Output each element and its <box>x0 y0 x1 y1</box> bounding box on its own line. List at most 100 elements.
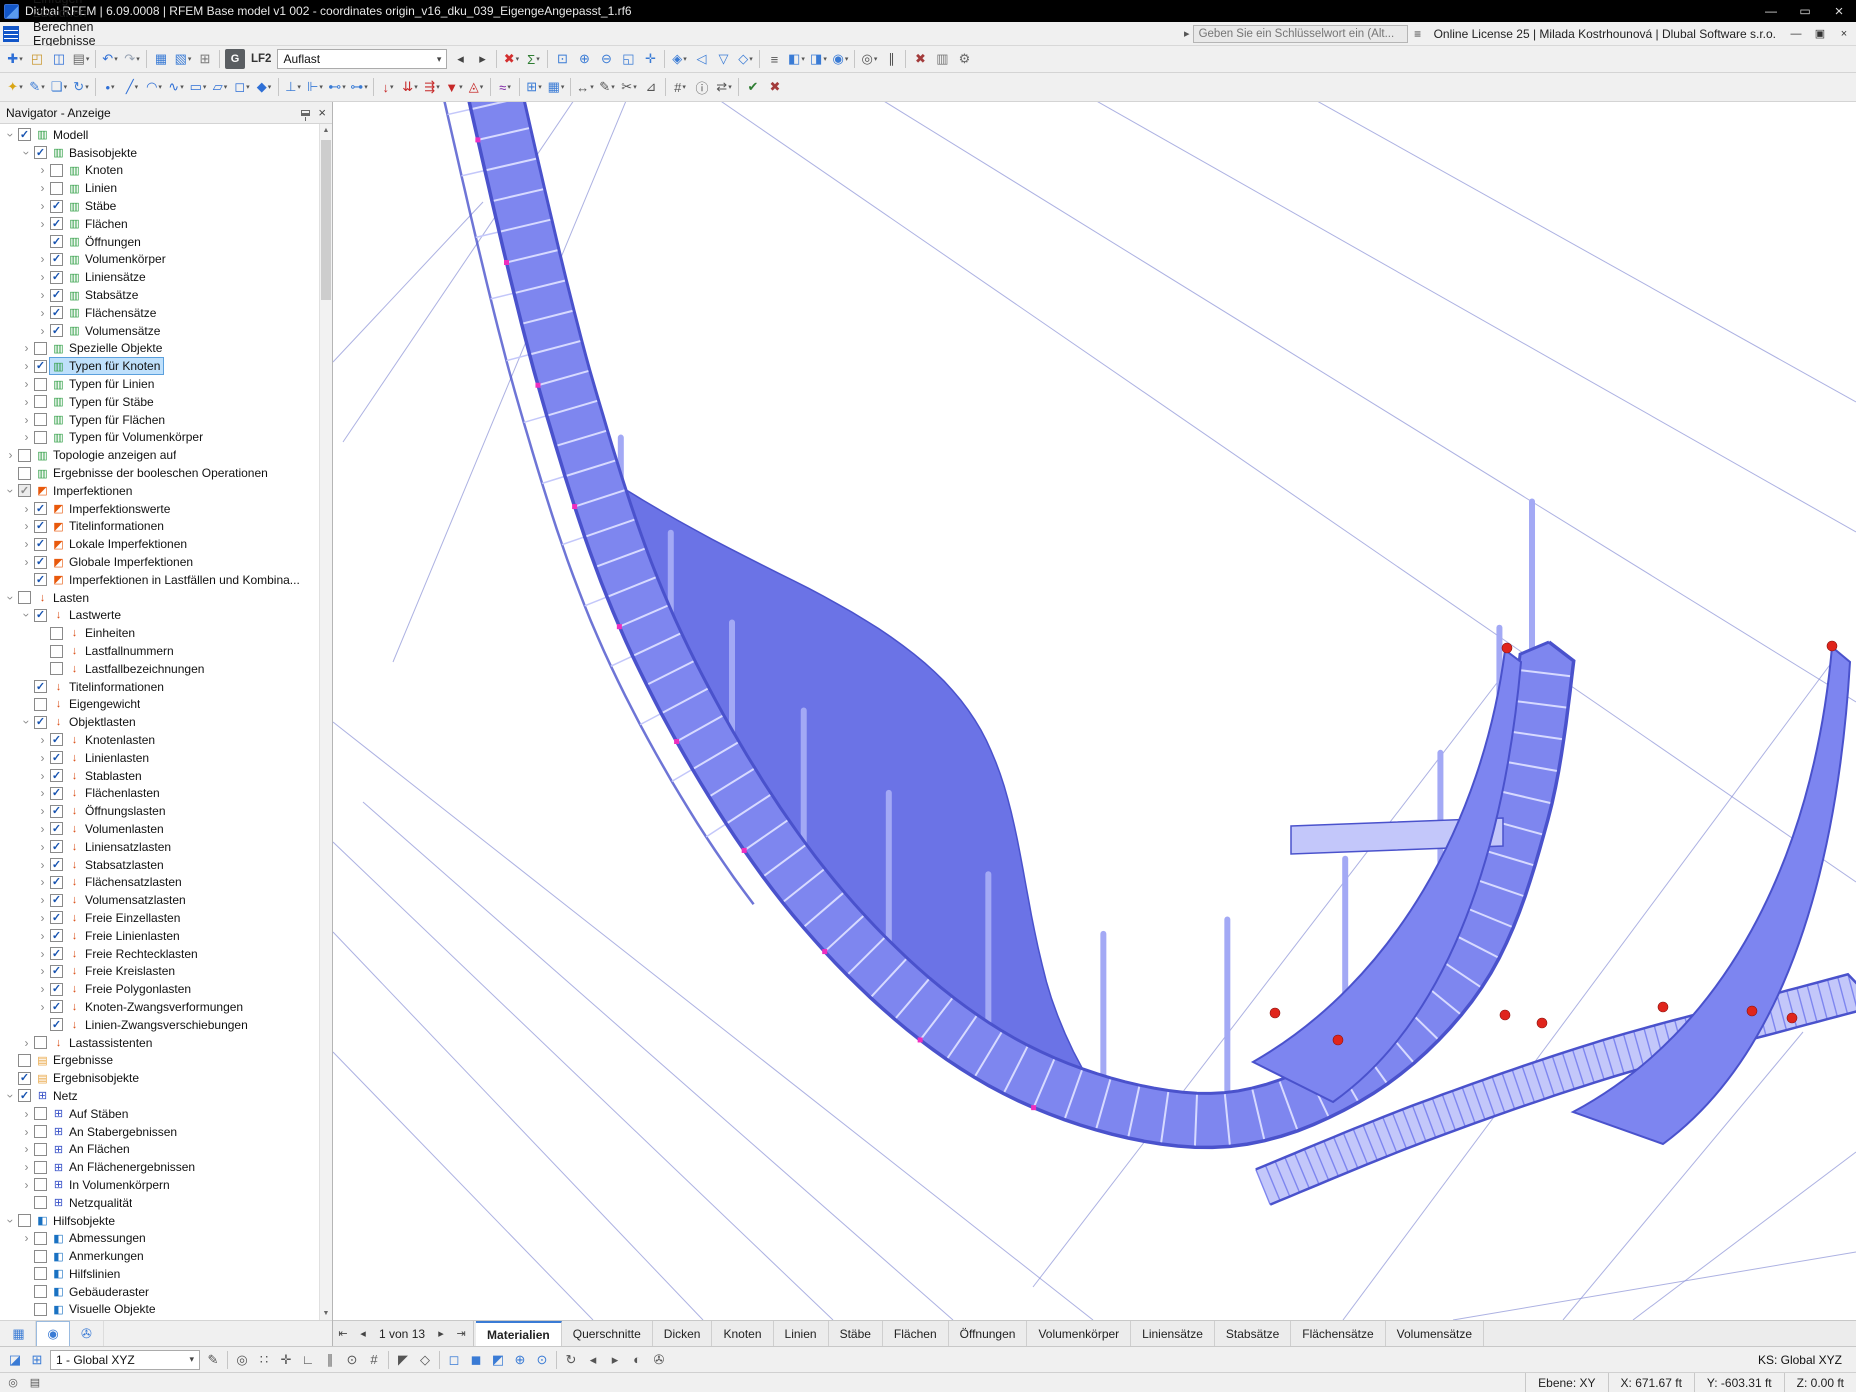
collapse-arrow-icon[interactable]: › <box>20 609 34 622</box>
line-load-icon[interactable]: ⇊ ▾ <box>399 76 421 98</box>
tree-item-öffnungen[interactable]: ✓ ▥ Öffnungen <box>0 233 319 251</box>
checkbox[interactable] <box>34 1036 47 1050</box>
tree-item-imperfektionen[interactable]: › ✓ ◩ Imperfektionen <box>0 482 319 500</box>
tree-item-anmerkungen[interactable]: ◧ Anmerkungen <box>0 1247 319 1265</box>
tree-item-volumensätze[interactable]: › ✓ ▥ Volumensätze <box>0 322 319 340</box>
expand-arrow-icon[interactable]: › <box>36 252 49 266</box>
checkbox[interactable]: ✓ <box>50 217 63 231</box>
snap-status-icon[interactable]: ◎ <box>4 1376 22 1389</box>
rotate-view-icon[interactable]: ↻ <box>560 1349 582 1371</box>
program-settings-icon[interactable]: ⚙ <box>953 48 975 70</box>
display-properties-icon[interactable]: ≡ <box>763 48 785 70</box>
line-support-icon[interactable]: ⊩ ▾ <box>304 76 326 98</box>
previous-load-case-icon[interactable]: ◂ <box>449 48 471 70</box>
edit-objects-icon[interactable]: ✎ ▾ <box>26 76 48 98</box>
tree-item-stabsätze[interactable]: › ✓ ▥ Stabsätze <box>0 286 319 304</box>
tree-item-knoten-zwangsverformungen[interactable]: › ✓ ↓ Knoten-Zwangsverformungen <box>0 998 319 1016</box>
checkbox[interactable]: ✓ <box>50 786 63 800</box>
expand-arrow-icon[interactable]: › <box>20 430 33 444</box>
expand-arrow-icon[interactable]: › <box>20 1142 33 1156</box>
navigator-scrollbar[interactable]: ▲ ▼ <box>319 124 332 1320</box>
guidelines-icon[interactable]: ∥ <box>319 1349 341 1371</box>
numbering-icon[interactable]: # ▾ <box>669 76 691 98</box>
panel-tab-dicken[interactable]: Dicken <box>652 1321 713 1346</box>
ortho-mode-icon[interactable]: ∟ <box>297 1349 319 1371</box>
mdi-restore-button[interactable]: ▣ <box>1808 22 1832 45</box>
expand-arrow-icon[interactable]: › <box>20 1160 33 1174</box>
tree-item-netzqualität[interactable]: ⊞ Netzqualität <box>0 1194 319 1212</box>
tree-item-volumenkörper[interactable]: › ✓ ▥ Volumenkörper <box>0 251 319 269</box>
checkbox[interactable] <box>18 591 31 605</box>
delete-results-icon[interactable]: ✖ ▾ <box>500 48 522 70</box>
new-solid-icon[interactable]: ◆ ▾ <box>253 76 275 98</box>
expand-arrow-icon[interactable]: › <box>20 377 33 391</box>
new-member-icon[interactable]: ▭ ▾ <box>187 76 209 98</box>
checkbox[interactable]: ✓ <box>50 733 63 747</box>
panel-tab-volumenkörper[interactable]: Volumenkörper <box>1027 1321 1132 1346</box>
expand-arrow-icon[interactable]: › <box>36 163 49 177</box>
expand-arrow-icon[interactable]: › <box>36 769 49 783</box>
checkbox[interactable] <box>34 1267 47 1281</box>
expand-arrow-icon[interactable]: › <box>20 1107 33 1121</box>
tree-item-lastfallbezeichnungen[interactable]: ↓ Lastfallbezeichnungen <box>0 660 319 678</box>
checkbox[interactable] <box>50 626 63 640</box>
expand-arrow-icon[interactable]: › <box>36 199 49 213</box>
object-snap-icon[interactable]: ⊙ <box>341 1349 363 1371</box>
tree-item-hilfsobjekte[interactable]: › ◧ Hilfsobjekte <box>0 1212 319 1230</box>
expand-arrow-icon[interactable]: › <box>20 341 33 355</box>
tree-item-spezielle-objekte[interactable]: › ▥ Spezielle Objekte <box>0 340 319 358</box>
expand-arrow-icon[interactable]: › <box>20 395 33 409</box>
mdi-close-button[interactable]: × <box>1832 22 1856 45</box>
select-rhomboid-icon[interactable]: ◇ <box>414 1349 436 1371</box>
expand-arrow-icon[interactable]: › <box>36 1000 49 1014</box>
delete-objects-icon[interactable]: ✖ <box>764 76 786 98</box>
edit-coordinate-system-icon[interactable]: ✎ <box>202 1349 224 1371</box>
tree-item-gebäuderaster[interactable]: ◧ Gebäuderaster <box>0 1283 319 1301</box>
checkbox[interactable] <box>50 163 63 177</box>
navigator-close-icon[interactable]: × <box>318 105 326 120</box>
zoom-all-icon[interactable]: ◱ <box>617 48 639 70</box>
checkbox[interactable]: ✓ <box>50 270 63 284</box>
checkbox[interactable]: ✓ <box>50 199 63 213</box>
checkbox[interactable]: ✓ <box>34 555 47 569</box>
checkbox[interactable]: ✓ <box>50 288 63 302</box>
expand-arrow-icon[interactable]: › <box>20 1178 33 1192</box>
tree-item-lokale-imperfektionen[interactable]: › ✓ ◩ Lokale Imperfektionen <box>0 535 319 553</box>
calculate-icon[interactable]: Σ ▾ <box>522 48 544 70</box>
show-origin-icon[interactable]: ⊙ <box>531 1349 553 1371</box>
print-icon[interactable]: ▤ ▾ <box>70 48 92 70</box>
solid-view-icon[interactable]: ◼ <box>465 1349 487 1371</box>
clipping-planes-icon[interactable]: ◨ ▾ <box>807 48 829 70</box>
guide-objects-icon[interactable]: ∥ <box>880 48 902 70</box>
checkbox[interactable] <box>34 395 47 409</box>
tree-item-typen-für-stäbe[interactable]: › ▥ Typen für Stäbe <box>0 393 319 411</box>
new-model-icon[interactable]: ✚ ▾ <box>4 48 26 70</box>
expand-arrow-icon[interactable]: › <box>36 786 49 800</box>
minimize-button[interactable]: — <box>1754 0 1788 22</box>
collapse-arrow-icon[interactable]: › <box>20 716 34 729</box>
redo-icon[interactable]: ↷ ▾ <box>121 48 143 70</box>
tree-item-objektlasten[interactable]: › ✓ ↓ Objektlasten <box>0 713 319 731</box>
background-toggle-icon[interactable]: ◐ <box>626 1349 648 1371</box>
tree-item-knoten[interactable]: › ▥ Knoten <box>0 162 319 180</box>
expand-arrow-icon[interactable]: › <box>36 306 49 320</box>
tree-item-freie-rechtecklasten[interactable]: › ✓ ↓ Freie Rechtecklasten <box>0 945 319 963</box>
tree-item-einheiten[interactable]: ↓ Einheiten <box>0 624 319 642</box>
new-node-icon[interactable]: • ▾ <box>99 76 121 98</box>
stop-process-icon[interactable]: ✖ <box>909 48 931 70</box>
copy-objects-icon[interactable]: ❏ ▾ <box>48 76 70 98</box>
tree-item-lastfallnummern[interactable]: ↓ Lastfallnummern <box>0 642 319 660</box>
previous-page-button[interactable]: ◂ <box>353 1321 373 1346</box>
expand-arrow-icon[interactable]: › <box>20 413 33 427</box>
scroll-down-icon[interactable]: ▼ <box>320 1307 332 1320</box>
checkbox[interactable] <box>34 1285 47 1299</box>
tree-item-linienlasten[interactable]: › ✓ ↓ Linienlasten <box>0 749 319 767</box>
checkbox[interactable] <box>34 1160 47 1174</box>
tree-item-titelinformationen[interactable]: › ✓ ◩ Titelinformationen <box>0 518 319 536</box>
tree-item-ergebnisse-der-booleschen-operationen[interactable]: ▥ Ergebnisse der booleschen Operationen <box>0 464 319 482</box>
zoom-in-icon[interactable]: ⊕ <box>573 48 595 70</box>
nodal-support-icon[interactable]: ⊥ ▾ <box>282 76 304 98</box>
first-page-button[interactable]: ⇤ <box>333 1321 353 1346</box>
tree-item-netz[interactable]: › ✓ ⊞ Netz <box>0 1087 319 1105</box>
panel-tab-volumensätze[interactable]: Volumensätze <box>1385 1321 1485 1346</box>
